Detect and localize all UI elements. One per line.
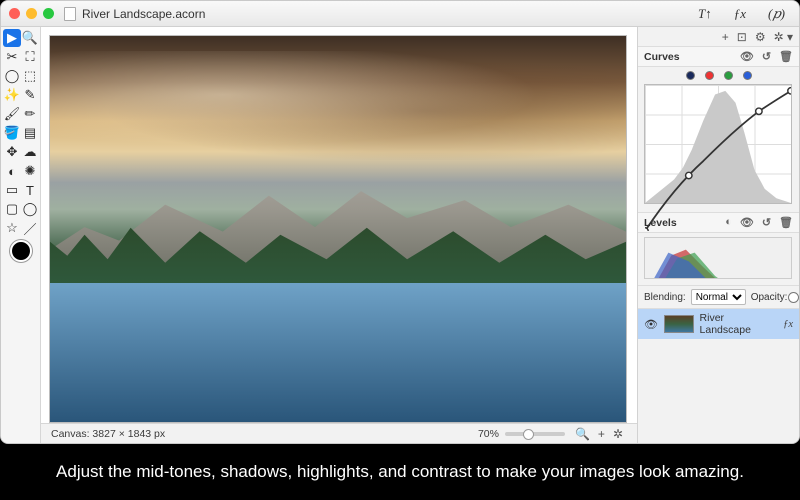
layer-thumbnail	[664, 315, 694, 333]
levels-icon[interactable]: ⚙	[755, 30, 766, 44]
levels-histogram[interactable]	[644, 237, 792, 279]
eyedropper-tool[interactable]: ✎	[21, 86, 39, 104]
status-bar: Canvas: 3827 × 1843 px 70% 🔍 + ✲	[41, 423, 637, 443]
document-icon	[64, 7, 76, 21]
close-window-icon[interactable]	[9, 8, 20, 19]
zoom-icon[interactable]: 🔍	[575, 427, 590, 441]
curves-header: Curves 👁 ↺ 🗑	[638, 47, 799, 67]
window-controls	[9, 8, 54, 19]
text-tool-button[interactable]: T↑	[692, 6, 718, 22]
foreground-color-well[interactable]	[10, 240, 32, 262]
channel-blue[interactable]	[743, 71, 752, 80]
rect-shape-tool[interactable]: ▢	[3, 200, 21, 218]
clone-tool[interactable]: ✥	[3, 143, 21, 161]
layer-list: 👁 River Landscape ƒx	[638, 309, 799, 443]
zoom-value: 70%	[478, 428, 499, 440]
marquee-tool[interactable]: ⬚	[21, 67, 39, 85]
curves-visibility-icon[interactable]: 👁	[740, 50, 754, 63]
layer-name: River Landscape	[700, 312, 778, 336]
document-title: River Landscape.acorn	[82, 7, 205, 21]
minimize-window-icon[interactable]	[26, 8, 37, 19]
image-canvas[interactable]	[49, 35, 627, 423]
titlebar-tools: T↑ ƒx (𝑝)	[692, 6, 791, 22]
channel-green[interactable]	[724, 71, 733, 80]
pencil-tool[interactable]: ✏	[21, 105, 39, 123]
layer-fx-badge[interactable]: ƒx	[783, 319, 793, 330]
curves-reset-icon[interactable]: ↺	[762, 50, 771, 63]
move-tool[interactable]: ▶	[3, 29, 21, 47]
levels-panel	[638, 233, 799, 286]
selection-tool[interactable]: ⛶	[21, 48, 39, 66]
layer-row[interactable]: 👁 River Landscape ƒx	[638, 309, 799, 339]
ellipse-tool[interactable]: ◯	[21, 200, 39, 218]
curves-title: Curves	[644, 51, 680, 63]
layer-blend-row: Blending: Normal Opacity: 100%	[638, 286, 799, 309]
app-window: River Landscape.acorn T↑ ƒx (𝑝) ▶ 🔍 ✂ ⛶ …	[0, 0, 800, 444]
titlebar: River Landscape.acorn T↑ ƒx (𝑝)	[1, 1, 799, 27]
burn-tool[interactable]: ✺	[21, 162, 39, 180]
shape-tool[interactable]: ▭	[3, 181, 21, 199]
curves-panel	[638, 67, 799, 213]
gradient-tool[interactable]: ▤	[21, 124, 39, 142]
zoom-tool[interactable]: 🔍	[21, 29, 39, 47]
canvas-dimensions: Canvas: 3827 × 1843 px	[51, 428, 165, 440]
channel-red[interactable]	[705, 71, 714, 80]
brush-tool[interactable]: 🖌	[3, 105, 21, 123]
panel-toolbar: + ⊡ ⚙ ✲ ▾	[638, 27, 799, 47]
wand-tool[interactable]: ✨	[3, 86, 21, 104]
blend-mode-select[interactable]: Normal	[691, 289, 746, 305]
curves-delete-icon[interactable]: 🗑	[779, 50, 793, 63]
fullscreen-window-icon[interactable]	[43, 8, 54, 19]
zoom-slider[interactable]	[505, 432, 565, 436]
curves-channel-select	[644, 71, 793, 80]
smudge-tool[interactable]: ☁	[21, 143, 39, 161]
add-layer-icon[interactable]: +	[598, 427, 605, 441]
dodge-tool[interactable]: ◐	[3, 162, 21, 180]
blending-label: Blending:	[644, 292, 686, 303]
layer-visibility-icon[interactable]: 👁	[644, 318, 658, 331]
caption-text: Adjust the mid-tones, shadows, highlight…	[56, 461, 744, 484]
panel-menu-icon[interactable]: ✲ ▾	[774, 30, 793, 44]
add-adjustment-icon[interactable]: +	[722, 30, 729, 44]
curves-graph[interactable]	[644, 84, 792, 204]
channel-rgb[interactable]	[686, 71, 695, 80]
star-tool[interactable]: ☆	[3, 219, 21, 237]
text-tool[interactable]: T	[21, 181, 39, 199]
lasso-tool[interactable]: ◯	[3, 67, 21, 85]
toolbox: ▶ 🔍 ✂ ⛶ ◯ ⬚ ✨ ✎ 🖌 ✏ 🪣 ▤ ✥ ☁ ◐ ✺ ▭ T ▢ ◯ …	[1, 27, 41, 443]
opacity-label: Opacity:	[751, 292, 788, 303]
marketing-caption: Adjust the mid-tones, shadows, highlight…	[0, 444, 800, 500]
canvas-area: Canvas: 3827 × 1843 px 70% 🔍 + ✲	[41, 27, 637, 443]
mask-icon[interactable]: ⊡	[737, 30, 747, 44]
line-tool[interactable]: ／	[21, 219, 39, 237]
fx-button[interactable]: ƒx	[728, 6, 752, 22]
crop-tool[interactable]: ✂	[3, 48, 21, 66]
fill-tool[interactable]: 🪣	[3, 124, 21, 142]
right-panels: + ⊡ ⚙ ✲ ▾ Curves 👁 ↺ 🗑	[637, 27, 799, 443]
canvas-settings-icon[interactable]: ✲	[613, 427, 623, 441]
presets-button[interactable]: (𝑝)	[762, 6, 791, 22]
